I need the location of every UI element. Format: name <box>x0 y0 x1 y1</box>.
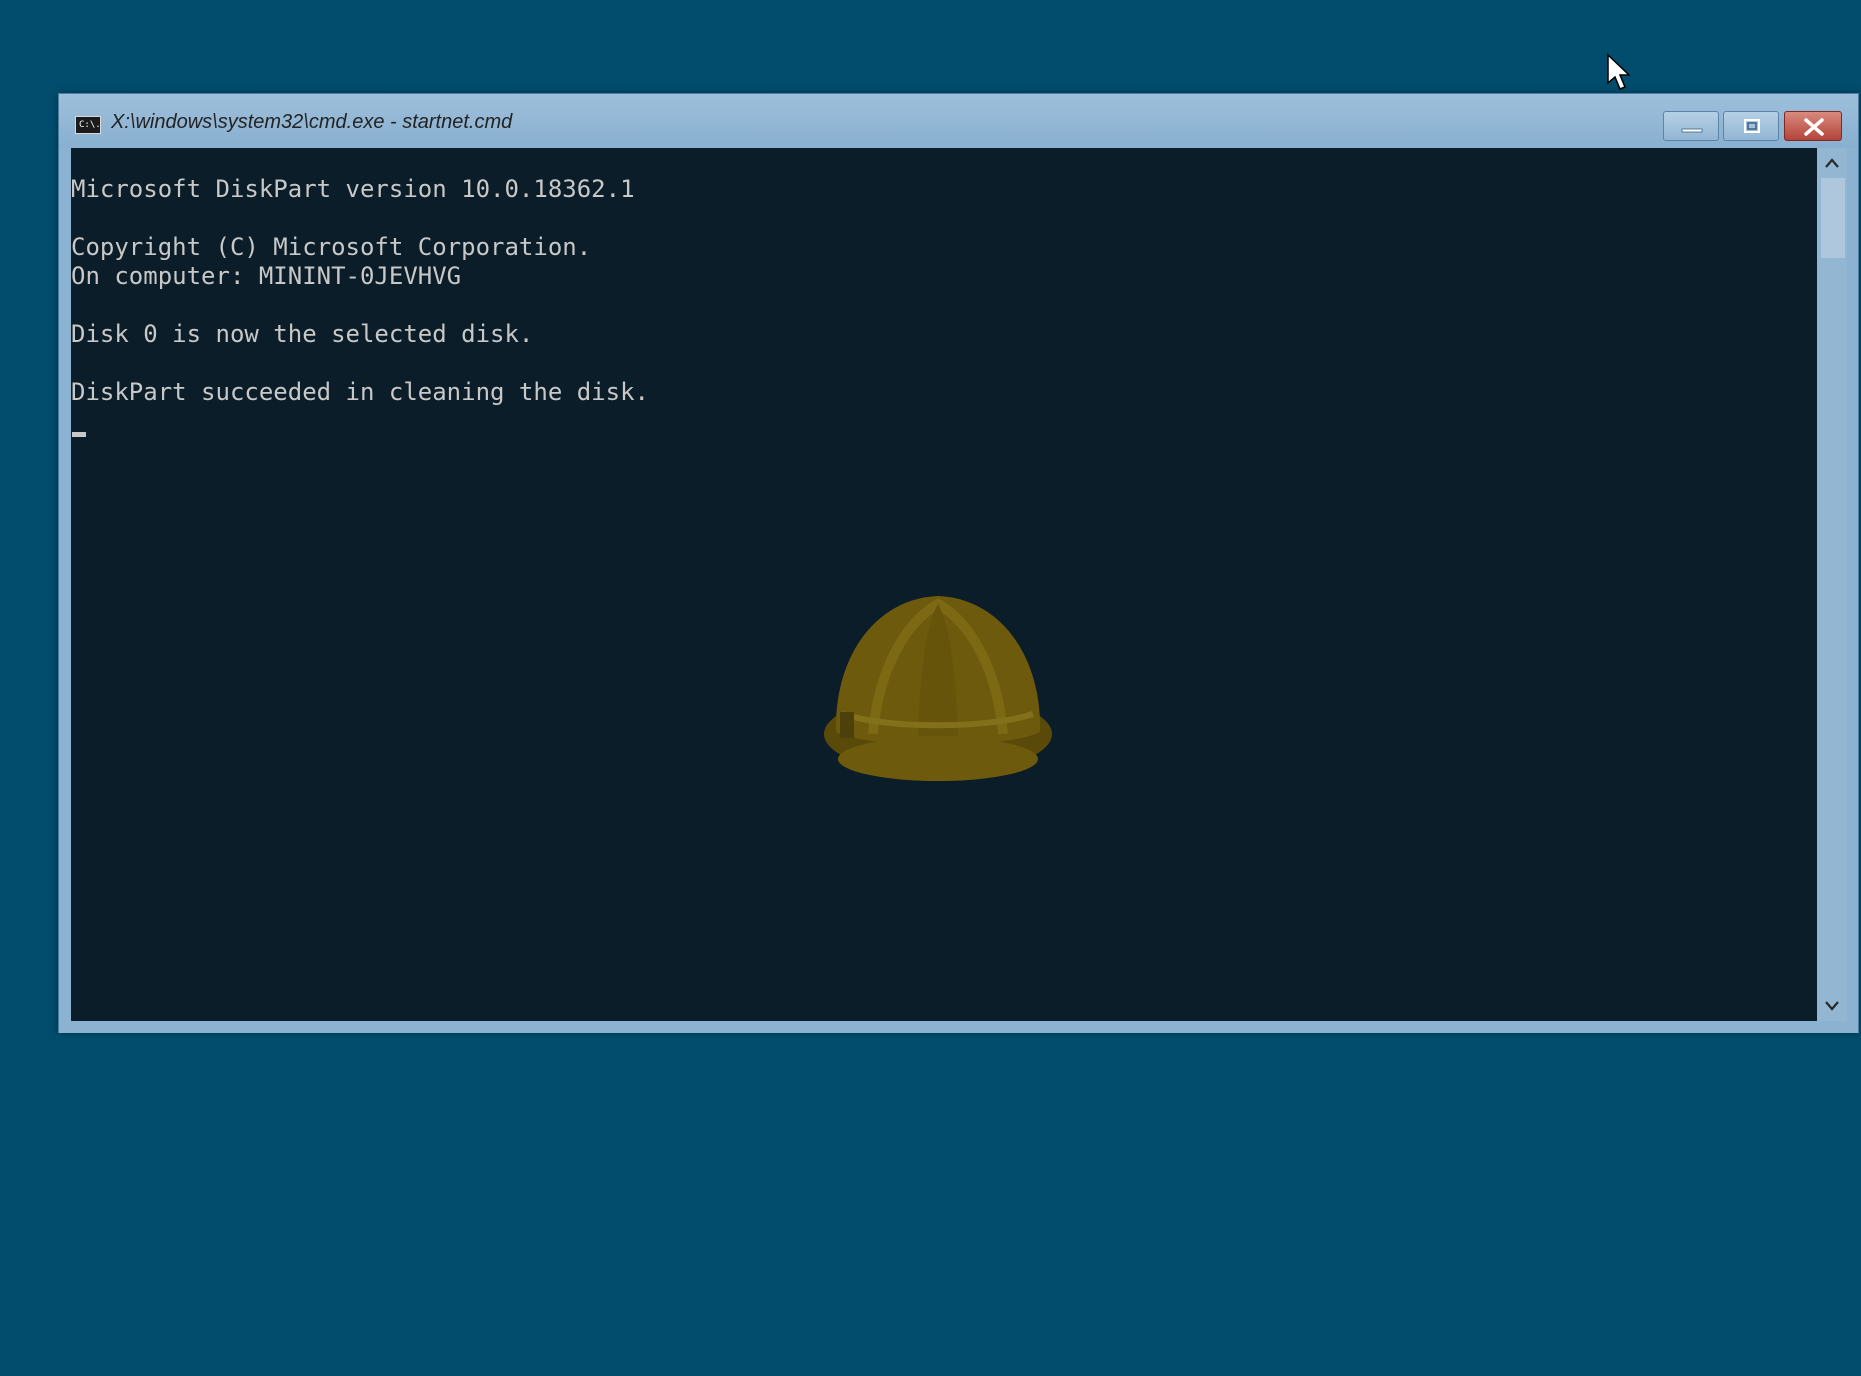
restore-icon <box>1744 119 1760 133</box>
console-line: DiskPart succeeded in cleaning the disk. <box>71 378 649 406</box>
scroll-thumb[interactable] <box>1821 178 1845 258</box>
chevron-down-icon <box>1825 1001 1839 1011</box>
close-button[interactable] <box>1784 111 1842 141</box>
title-bar[interactable]: C:\. X:\windows\system32\cmd.exe - start… <box>59 94 1858 148</box>
window-bottom-border[interactable] <box>59 1021 1858 1033</box>
window-title: X:\windows\system32\cmd.exe - startnet.c… <box>111 111 513 133</box>
console-line: On computer: MININT-0JEVHVG <box>71 262 462 290</box>
minimize-icon <box>1681 128 1703 133</box>
cmd-app-icon[interactable]: C:\. <box>75 116 101 134</box>
cmd-window[interactable]: C:\. X:\windows\system32\cmd.exe - start… <box>58 93 1859 1033</box>
chevron-up-icon <box>1825 158 1839 168</box>
hard-hat-icon <box>824 596 1052 781</box>
close-icon <box>1804 118 1824 136</box>
console-output[interactable]: Microsoft DiskPart version 10.0.18362.1 … <box>71 148 1817 1021</box>
text-cursor <box>72 432 86 437</box>
scroll-down-button[interactable] <box>1817 991 1847 1021</box>
app-icon-text: C:\. <box>79 120 101 130</box>
restore-button[interactable] <box>1723 111 1779 141</box>
vertical-scrollbar[interactable] <box>1817 148 1847 1021</box>
mouse-pointer-icon <box>1607 53 1630 90</box>
console-line: Copyright (C) Microsoft Corporation. <box>71 233 592 261</box>
console-line: Microsoft DiskPart version 10.0.18362.1 <box>71 175 635 203</box>
scroll-up-button[interactable] <box>1817 148 1847 178</box>
minimize-button[interactable] <box>1663 111 1719 141</box>
console-line: Disk 0 is now the selected disk. <box>71 320 534 348</box>
